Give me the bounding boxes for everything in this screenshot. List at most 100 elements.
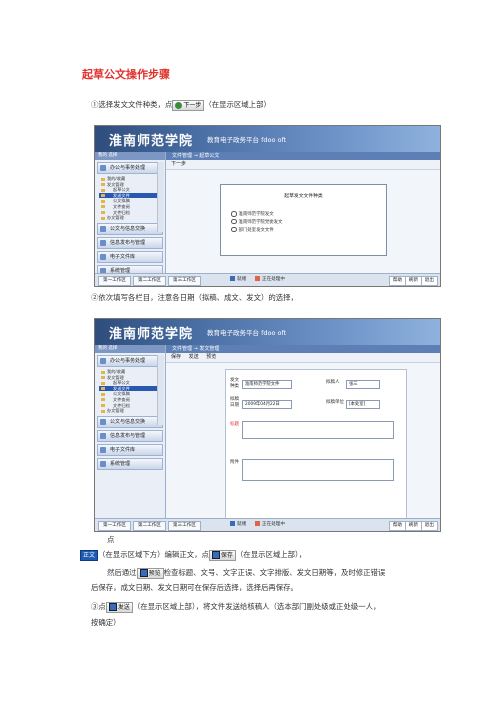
sidebar-tree: 我的/收藏 发文管理 起草公文 发送文件 公文拟稿 文件查阅 文件归档 办文管理	[99, 369, 161, 414]
school-name: 淮南师范学院	[109, 134, 194, 149]
step3-line2: 按确定）	[91, 618, 121, 627]
app-banner: 淮南师范学院 教育电子政务平台 fdoo oft	[95, 319, 440, 345]
status-processing: 正在处理中	[255, 276, 285, 284]
screenshot-start-draft: 淮南师范学院 教育电子政务平台 fdoo oft 我的 选择 办公与事务处理 我…	[94, 125, 441, 287]
school-name: 淮南师范学院	[109, 327, 194, 342]
toolbar-send-button[interactable]: 发送	[189, 354, 199, 360]
send-label: 发送	[117, 603, 130, 611]
help-button[interactable]: 帮助	[388, 276, 406, 286]
app-banner: 淮南师范学院 教育电子政务平台 fdoo oft	[95, 126, 440, 152]
title-field[interactable]	[242, 421, 394, 439]
unit-label: 拟稿单位	[326, 400, 344, 405]
toolbar-save-button[interactable]: 保存	[171, 354, 181, 360]
dialog-title: 起草发文文件种类	[284, 194, 323, 199]
warning-icon	[255, 276, 260, 281]
preview-button[interactable]: 预览	[136, 567, 164, 579]
tab-workspace-1[interactable]: 第一工作区	[98, 276, 131, 286]
platform-name: 教育电子政务平台 fdoo oft	[207, 136, 287, 144]
bottom-bar: 第一工作区 第二工作区 第三工作区 就绪 正在处理中 帮助 刷新 退出	[95, 273, 440, 286]
step1-prefix: ①选择发文文件种类，点	[91, 100, 173, 109]
sidebar-scrollbar[interactable]	[157, 355, 164, 425]
tab-workspace-2[interactable]: 第二工作区	[133, 521, 166, 531]
point-text: 点	[107, 535, 115, 544]
attachment-field[interactable]	[242, 459, 394, 481]
tab-workspace-3[interactable]: 第三工作区	[168, 276, 201, 286]
next-step-label: 下一步	[183, 101, 202, 109]
status-label: 正在处理中	[262, 277, 285, 282]
drafter-field[interactable]: 张三	[346, 380, 380, 389]
doc-title: 起草公文操作步骤	[82, 68, 170, 81]
breadcrumb: 文件管理 → 发文管理	[166, 345, 440, 353]
sidebar-group-info[interactable]: 信息发布与管理	[97, 429, 163, 442]
tab-workspace-3[interactable]: 第三工作区	[168, 521, 201, 531]
body-text-button[interactable]: 正文	[80, 549, 99, 561]
toolbar-next-button[interactable]: 下一步	[171, 161, 186, 167]
step2-line2: 正文 （在显示区域下方）编辑正文，点 保存 （在显示区域上部），	[80, 549, 306, 561]
send-icon	[108, 603, 117, 611]
status-label: 正在处理中	[262, 522, 285, 527]
exit-button[interactable]: 退出	[420, 276, 438, 286]
doc-type-dialog: 起草发文文件种类 淮南师范学院发文 淮南师范学院党委发文 部门处室发文文件	[220, 184, 387, 256]
status-label: 就绪	[237, 522, 247, 527]
next-step-button[interactable]: 下一步	[172, 99, 205, 111]
sidebar-group-office[interactable]: 办公与事务处理	[97, 355, 163, 367]
tree-item[interactable]: 办文管理	[99, 215, 161, 221]
step2-line2-b: （在显示区域上部），	[235, 550, 307, 559]
sidebar-header: 我的 选择	[95, 345, 165, 353]
option-radio[interactable]: 部门处室发文文件	[231, 228, 274, 233]
status-ready: 就绪	[230, 276, 246, 284]
sidebar-group-info[interactable]: 信息发布与管理	[97, 236, 163, 249]
toolbar: 下一步	[166, 160, 440, 170]
toolbar-preview-button[interactable]: 预览	[206, 354, 216, 360]
screenshot-fill-form: 淮南师范学院 教育电子政务平台 fdoo oft 我的 选择 办公与事务处理 我…	[94, 318, 441, 532]
sidebar-group-files[interactable]: 电子文件库	[97, 443, 163, 456]
step2-line4: 后保存，成文日期、发文日期可在保存后选择，选择后再保存。	[91, 583, 298, 592]
sidebar-group-office[interactable]: 办公与事务处理	[97, 162, 163, 174]
tree-item[interactable]: 办文管理	[99, 408, 161, 414]
step2-line2-a: （在显示区域下方）编辑正文，点	[98, 550, 209, 559]
draft-form: 发文种类 淮南师范学院文件 拟稿人 张三 拟稿日期 2009年04月22日 拟稿…	[225, 369, 407, 521]
sidebar: 我的 选择 办公与事务处理 我的/收藏 发文管理 起草公文 发送文件 公文拟稿 …	[95, 152, 166, 277]
step2-line3-b: 检查标题、文号、文字正误、文字排版、发文日期等，及时修正错误	[163, 568, 386, 577]
status-icon	[230, 276, 235, 281]
draft-date-field[interactable]: 2009年04月22日	[242, 400, 292, 409]
step2-line3-a: 然后通过	[107, 568, 137, 577]
save-button[interactable]: 保存	[208, 549, 236, 561]
bottom-bar: 第一工作区 第二工作区 第三工作区 就绪 正在处理中 帮助 刷新 退出	[95, 518, 440, 531]
tab-workspace-1[interactable]: 第一工作区	[98, 521, 131, 531]
step1-text: ①选择发文文件种类，点 下一步 （在显示区域上部）	[91, 99, 271, 111]
sidebar: 我的 选择 办公与事务处理 我的/收藏 发文管理 起草公文 发送文件 公文拟稿 …	[95, 345, 166, 519]
sidebar-group-system[interactable]: 系统管理	[97, 457, 163, 470]
step1-suffix: （在显示区域上部）	[204, 100, 271, 109]
breadcrumb: 文件管理 → 起草公文	[166, 152, 440, 160]
help-button[interactable]: 帮助	[388, 521, 406, 531]
unit-field[interactable]: [本处室]	[346, 400, 380, 409]
step2-text: ②依次填写各栏目，注意各日期（拟稿、成文、发文）的选择，	[91, 293, 298, 302]
title-label: 标题	[230, 422, 239, 427]
sidebar-group-doc[interactable]: 公文与信息交换	[97, 222, 163, 235]
sidebar-scrollbar[interactable]	[157, 162, 164, 232]
step2-line3: 然后通过 预览 检查标题、文号、文字正误、文字排版、发文日期等，及时修正错误	[107, 567, 385, 579]
doc-type-label: 发文种类	[230, 378, 239, 389]
drafter-label: 拟稿人	[326, 380, 340, 385]
doc-type-field[interactable]: 淮南师范学院文件	[242, 380, 292, 389]
preview-icon	[139, 569, 148, 577]
exit-button[interactable]: 退出	[420, 521, 438, 531]
save-icon	[211, 551, 220, 559]
step3-suffix: （在显示区域上部），将文件发送给核稿人（选本部门副处级或正处级一人，	[132, 602, 381, 611]
sidebar-group-doc[interactable]: 公文与信息交换	[97, 415, 163, 428]
option-radio[interactable]: 淮南师范学院党委发文	[231, 220, 283, 225]
attachment-label: 附件	[230, 460, 239, 465]
step3-text: ③点 发送 （在显示区域上部），将文件发送给核稿人（选本部门副处级或正处级一人，	[91, 601, 380, 613]
refresh-button[interactable]: 刷新	[404, 276, 422, 286]
status-ready: 就绪	[230, 521, 246, 529]
status-label: 就绪	[237, 277, 247, 282]
option-radio[interactable]: 淮南师范学院发文	[231, 212, 274, 217]
sidebar-tree: 我的/收藏 发文管理 起草公文 发送文件 公文拟稿 文件查阅 文件归档 办文管理	[99, 176, 161, 221]
refresh-button[interactable]: 刷新	[404, 521, 422, 531]
status-processing: 正在处理中	[255, 521, 285, 529]
tab-workspace-2[interactable]: 第二工作区	[133, 276, 166, 286]
send-button[interactable]: 发送	[105, 601, 133, 613]
sidebar-group-files[interactable]: 电子文件库	[97, 250, 163, 263]
draft-date-label: 拟稿日期	[230, 397, 239, 408]
